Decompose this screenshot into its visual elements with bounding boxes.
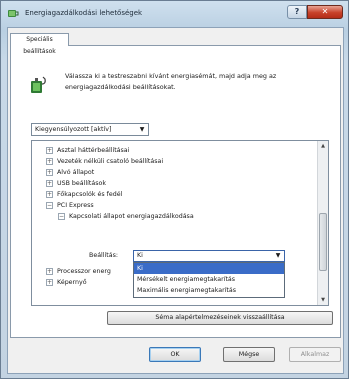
- tree-item[interactable]: + Processzor energ: [46, 266, 111, 277]
- setting-combobox-value: Ki: [137, 252, 143, 259]
- chevron-down-icon: ▼: [139, 126, 145, 133]
- expand-icon[interactable]: +: [46, 190, 53, 198]
- tree-item[interactable]: + Főkapcsolók és fedél: [46, 189, 122, 200]
- setting-combobox[interactable]: Ki ▼: [133, 250, 285, 262]
- dialog-window: Energiagazdálkodási lehetőségek ? ✕ Spec…: [0, 0, 349, 379]
- tree-item-label: Vezeték nélküli csatoló beállításai: [57, 158, 164, 165]
- expand-icon[interactable]: +: [46, 179, 53, 187]
- tree-item[interactable]: + Vezeték nélküli csatoló beállításai: [46, 156, 163, 167]
- close-button[interactable]: ✕: [307, 5, 343, 19]
- expand-icon[interactable]: +: [46, 157, 53, 165]
- expand-icon[interactable]: +: [46, 278, 53, 286]
- tree-item-label: Alvó állapot: [57, 169, 95, 176]
- dropdown-option[interactable]: Maximális energiamegtakarítás: [134, 285, 284, 296]
- tree-item[interactable]: + Asztal háttérbeállításai: [46, 145, 129, 156]
- window-title: Energiagazdálkodási lehetőségek: [25, 9, 143, 17]
- power-plan-value: Kiegyensúlyozott [aktív]: [35, 126, 112, 133]
- tree-item[interactable]: − Kapcsolati állapot energiagazdálkodása: [58, 211, 194, 222]
- ok-button[interactable]: OK: [149, 347, 201, 362]
- tree-item[interactable]: + Alvó állapot: [46, 167, 94, 178]
- dropdown-option[interactable]: Ki: [134, 263, 284, 274]
- expand-icon[interactable]: +: [46, 267, 53, 275]
- tree-item-label: Kapcsolati állapot energiagazdálkodása: [69, 213, 194, 220]
- chevron-down-icon: ▼: [275, 252, 281, 259]
- tree-item-label: Főkapcsolók és fedél: [57, 191, 123, 198]
- tree-item-label: Processzor energ: [57, 268, 111, 275]
- tree-item-label: Asztal háttérbeállításai: [57, 147, 130, 154]
- power-options-icon: [8, 10, 19, 17]
- tree-item[interactable]: + Képernyő: [46, 277, 87, 288]
- apply-button[interactable]: Alkalmaz: [289, 347, 341, 362]
- dropdown-option[interactable]: Mérsékelt energiamegtakarítás: [134, 274, 284, 285]
- description-text: Válassza ki a testreszabni kívánt energi…: [65, 72, 277, 91]
- scroll-up-icon[interactable]: ▲: [318, 141, 328, 151]
- tree-scrollbar[interactable]: ▲ ▼: [317, 141, 328, 305]
- collapse-icon[interactable]: −: [58, 212, 65, 220]
- expand-icon[interactable]: +: [46, 146, 53, 154]
- tree-item-label: Képernyő: [57, 279, 87, 286]
- tab-advanced-settings[interactable]: Speciális beállítások: [10, 33, 69, 55]
- title-bar[interactable]: Energiagazdálkodási lehetőségek ? ✕: [1, 1, 348, 25]
- restore-defaults-button[interactable]: Séma alapértelmezéseinek visszaállítása: [107, 311, 333, 325]
- tree-item-label: PCI Express: [57, 202, 94, 209]
- help-icon: ?: [294, 7, 300, 16]
- scrollbar-thumb[interactable]: [319, 213, 327, 271]
- tree-item[interactable]: + USB beállítások: [46, 178, 106, 189]
- scroll-down-icon[interactable]: ▼: [318, 295, 328, 305]
- cancel-button[interactable]: Mégse: [223, 347, 275, 362]
- help-button[interactable]: ?: [287, 5, 307, 19]
- battery-plug-icon: [31, 76, 46, 93]
- expand-icon[interactable]: +: [46, 168, 53, 176]
- setting-dropdown-list[interactable]: Ki Mérsékelt energiamegtakarítás Maximál…: [133, 262, 285, 298]
- power-plan-select[interactable]: Kiegyensúlyozott [aktív] ▼: [31, 123, 149, 136]
- collapse-icon[interactable]: −: [46, 201, 53, 209]
- tree-item-label: USB beállítások: [57, 180, 107, 187]
- close-icon: ✕: [321, 7, 329, 16]
- tree-item[interactable]: − PCI Express: [46, 200, 94, 211]
- setting-label: Beállítás:: [89, 252, 119, 259]
